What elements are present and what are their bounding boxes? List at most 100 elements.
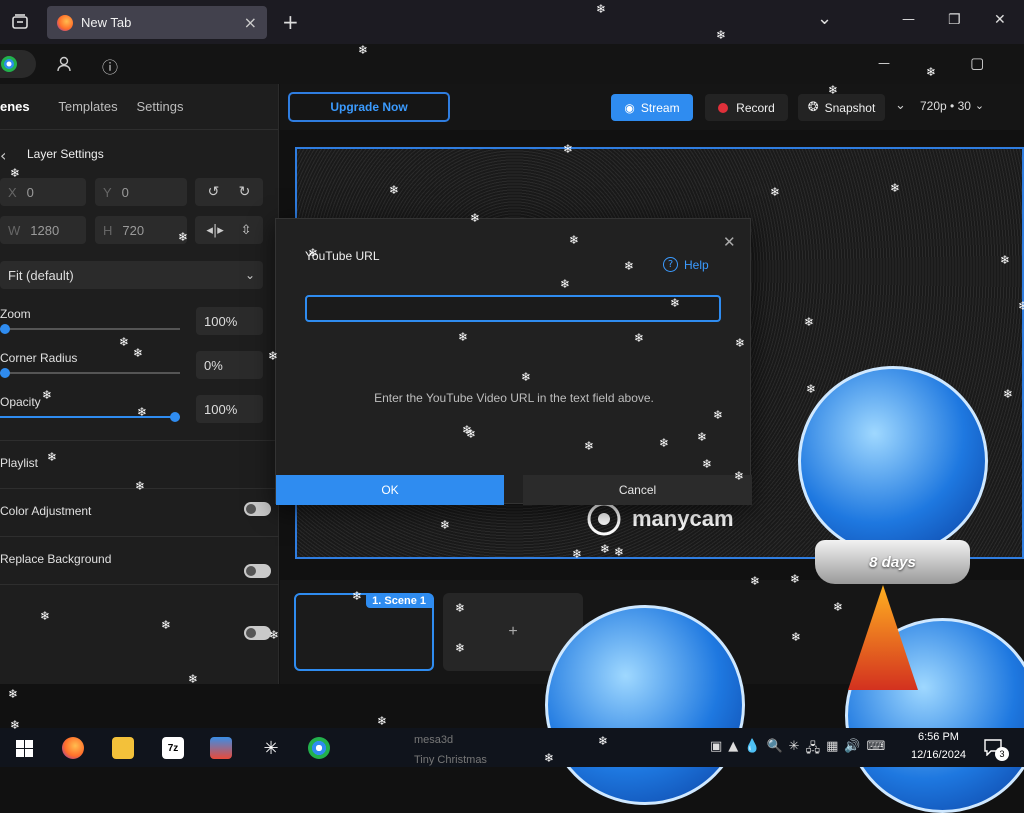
app-taskbar-icon[interactable]: [210, 737, 232, 759]
tab-manager-icon[interactable]: [10, 12, 30, 32]
scene-thumbnail-1[interactable]: 1. Scene 1: [294, 593, 434, 671]
cancel-button[interactable]: Cancel: [523, 475, 752, 505]
h-field[interactable]: H 720: [95, 216, 187, 244]
w-label: W: [8, 222, 21, 238]
ok-button[interactable]: OK: [276, 475, 504, 505]
x-value: 0: [26, 184, 34, 200]
browser-tab-strip: New Tab × + ⌄ — ❐ ✕: [0, 0, 1024, 44]
tray-icon[interactable]: ▣: [710, 739, 722, 761]
tab-scenes[interactable]: enes: [0, 99, 48, 114]
speaker-icon[interactable]: 🔊: [844, 739, 860, 761]
youtube-url-dialog: YouTube URL ✕ ? Help Enter the YouTube V…: [275, 218, 752, 505]
color-adjustment-label: Color Adjustment: [0, 504, 92, 518]
maximize-button[interactable]: ❐: [948, 12, 961, 28]
app-title-bar: ⓘ — ▢: [0, 44, 1024, 84]
snowflake-icon: ❄: [377, 714, 388, 728]
tab-list-chevron-icon[interactable]: ⌄: [817, 8, 832, 29]
stream-label: Stream: [640, 100, 680, 115]
perplexity-icon[interactable]: ✳: [260, 737, 282, 759]
opacity-value[interactable]: 100%: [196, 395, 263, 423]
notification-center-icon[interactable]: 3: [983, 738, 1009, 761]
rotate-left-icon[interactable]: ↺: [208, 184, 220, 200]
x-label: X: [8, 184, 17, 200]
snapshot-options-chevron-icon[interactable]: ⌄: [895, 98, 906, 113]
clock-date[interactable]: 12/16/2024: [911, 749, 966, 761]
dialog-close-icon[interactable]: ✕: [723, 233, 736, 251]
new-tab-button[interactable]: +: [282, 10, 299, 34]
color-adjustment-toggle[interactable]: [244, 564, 271, 578]
user-icon[interactable]: [55, 55, 73, 73]
network-icon[interactable]: 🖧: [806, 739, 821, 761]
minimize-button[interactable]: —: [902, 12, 915, 27]
left-settings-panel: enes Templates Settings ‹ Layer Settings…: [0, 84, 279, 684]
opacity-label: Opacity: [0, 395, 41, 409]
tab-templates[interactable]: Templates: [48, 99, 128, 114]
opacity-slider-fill: [0, 416, 175, 418]
zoom-slider[interactable]: [0, 328, 180, 330]
x-field[interactable]: X 0: [0, 178, 86, 206]
app-maximize-button[interactable]: ▢: [970, 54, 984, 72]
tab-title: New Tab: [81, 15, 132, 30]
replace-background-label: Replace Background: [0, 552, 112, 566]
zoom-slider-knob[interactable]: [0, 324, 10, 334]
firefox-taskbar-icon[interactable]: [62, 737, 84, 759]
help-link[interactable]: ? Help: [663, 257, 709, 272]
help-label: Help: [684, 257, 709, 272]
camera-shutter-icon: ❂: [807, 100, 819, 115]
opacity-knob[interactable]: [170, 412, 180, 422]
watermark-text: manycam: [632, 506, 734, 531]
manycam-logo-button[interactable]: [0, 50, 36, 78]
drop-icon[interactable]: 💧: [744, 739, 760, 761]
layer-settings-title: Layer Settings: [27, 147, 104, 161]
divider: [0, 536, 279, 537]
7zip-icon[interactable]: 7z: [162, 737, 184, 759]
fit-dropdown[interactable]: Fit (default) ⌄: [0, 261, 263, 289]
back-chevron-icon[interactable]: ‹: [0, 146, 6, 165]
snow-globe-base: 8 days: [815, 540, 970, 584]
resolution-dropdown[interactable]: 720p • 30 ⌄: [920, 99, 984, 113]
replace-background-toggle[interactable]: [244, 626, 271, 640]
close-window-button[interactable]: ✕: [994, 12, 1006, 28]
background-file-label-1: mesa3d: [414, 734, 454, 746]
corner-radius-value[interactable]: 0%: [196, 351, 263, 379]
tray-icon[interactable]: ▲: [728, 739, 738, 761]
snapshot-button[interactable]: ❂ Snapshot: [798, 94, 885, 121]
info-icon[interactable]: ⓘ: [102, 54, 118, 78]
windows-start-icon[interactable]: [16, 740, 33, 757]
browser-tab[interactable]: New Tab ×: [47, 6, 267, 39]
y-field[interactable]: Y 0: [95, 178, 187, 206]
record-label: Record: [736, 100, 775, 115]
flip-horizontal-icon[interactable]: ◂|▸: [206, 223, 223, 238]
tray-icon[interactable]: ✳: [789, 739, 800, 761]
manycam-taskbar-icon[interactable]: [308, 737, 330, 759]
record-button[interactable]: Record: [705, 94, 788, 121]
flip-vertical-icon[interactable]: ⇳: [241, 223, 252, 238]
countdown-text: 8 days: [869, 553, 916, 571]
w-field[interactable]: W 1280: [0, 216, 86, 244]
snow-globe-snowman-1: [545, 605, 745, 805]
close-tab-icon[interactable]: ×: [244, 13, 257, 32]
clock-time[interactable]: 6:56 PM: [918, 731, 959, 743]
corner-radius-slider[interactable]: [0, 372, 180, 374]
playlist-toggle[interactable]: [244, 502, 271, 516]
search-icon[interactable]: 🔍: [766, 739, 782, 761]
dialog-title: YouTube URL: [305, 249, 380, 263]
zoom-value[interactable]: 100%: [196, 307, 263, 335]
tab-settings[interactable]: Settings: [128, 99, 192, 114]
stream-button[interactable]: ◉ Stream: [611, 94, 693, 121]
rotate-right-icon[interactable]: ↻: [239, 184, 251, 200]
snapshot-label: Snapshot: [824, 100, 876, 115]
tray-icon[interactable]: ▦: [826, 739, 838, 761]
divider: [0, 440, 279, 441]
youtube-url-input[interactable]: [305, 295, 721, 322]
app-minimize-button[interactable]: —: [878, 56, 890, 70]
h-value: 720: [122, 222, 145, 238]
file-explorer-icon[interactable]: [112, 737, 134, 759]
scene-1-label: 1. Scene 1: [366, 594, 432, 608]
upgrade-now-button[interactable]: Upgrade Now: [288, 92, 450, 122]
corner-radius-knob[interactable]: [0, 368, 10, 378]
divider: [0, 584, 279, 585]
snow-globe-large: [798, 366, 988, 556]
keyboard-icon[interactable]: ⌨: [867, 739, 886, 761]
playlist-label: Playlist: [0, 456, 39, 470]
